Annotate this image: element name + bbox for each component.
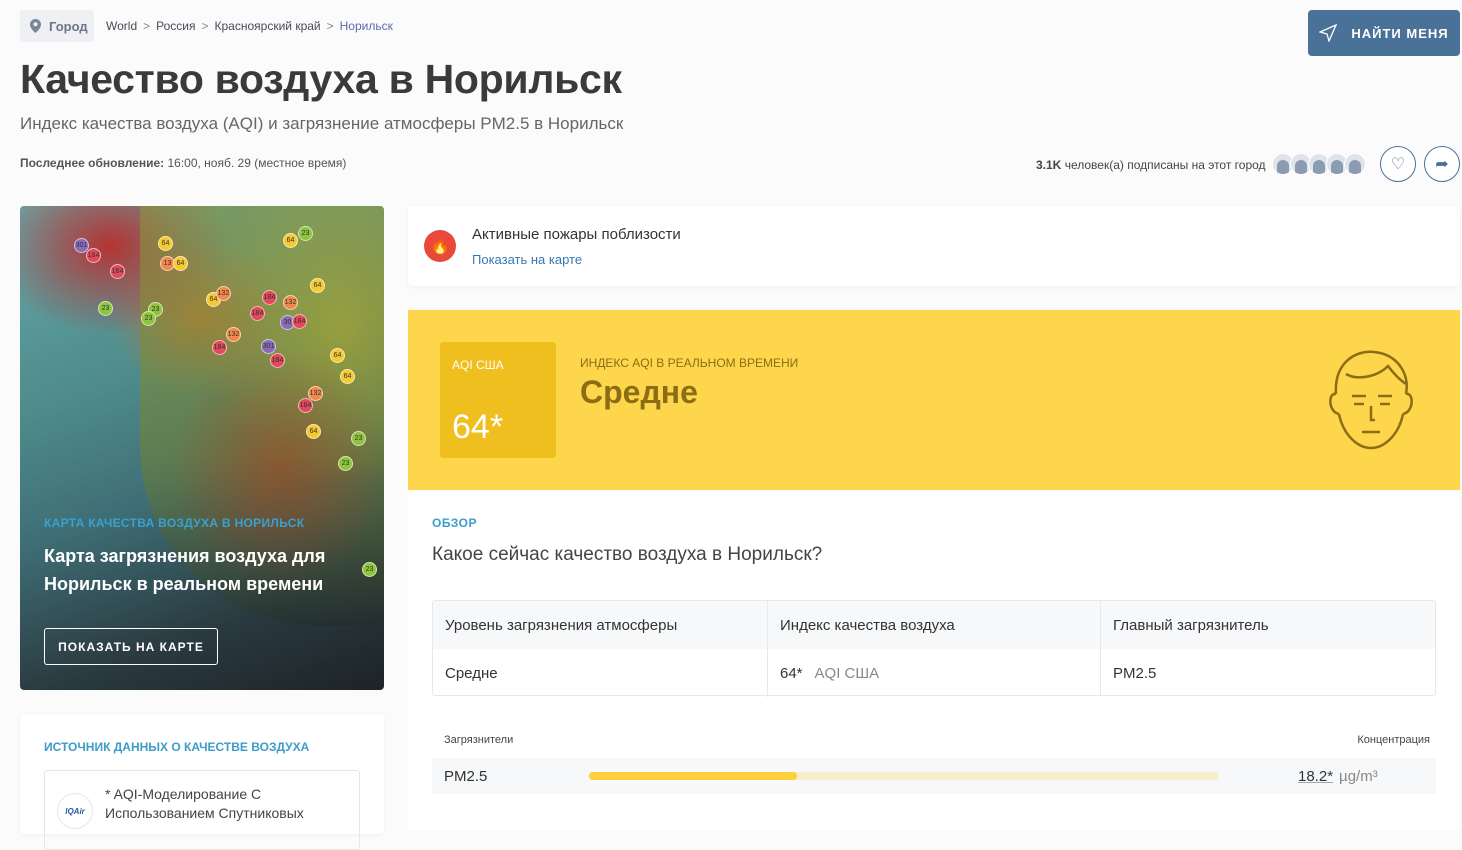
followers-text: 3.1K человек(а) подписаны на этот город — [1036, 158, 1266, 172]
share-arrow-icon: ➦ — [1435, 156, 1449, 173]
aqi-value: 64* — [452, 408, 504, 446]
pollutant-row: PM2.5 18.2* µg/m³ — [432, 758, 1436, 794]
overview-question: Какое сейчас качество воздуха в Норильск… — [432, 544, 823, 565]
follow-heart-button[interactable]: ♡ — [1380, 146, 1416, 182]
map-marker[interactable]: 184 — [270, 353, 285, 368]
iqair-logo: IQAir — [57, 793, 93, 829]
nearby-fires-card: 🔥 Активные пожары поблизости Показать на… — [408, 206, 1460, 286]
fire-icon: 🔥 — [424, 230, 456, 262]
breadcrumb-world[interactable]: World — [106, 19, 137, 33]
follower-avatars — [1272, 153, 1366, 175]
table-header: Индекс качества воздуха — [768, 601, 1101, 649]
concentration-header: Концентрация — [1357, 734, 1430, 746]
navigation-arrow-icon — [1319, 24, 1338, 42]
table-header: Уровень загрязнения атмосферы — [433, 601, 768, 649]
map-marker[interactable]: 23 — [298, 226, 313, 241]
breadcrumb-city: Норильск — [339, 19, 393, 33]
map-marker[interactable]: 64 — [158, 236, 173, 251]
face-moderate-icon — [1329, 350, 1413, 450]
page-title: Качество воздуха в Норильск — [20, 56, 622, 102]
share-button[interactable]: ➦ — [1424, 146, 1460, 182]
aqi-label: AQI США — [452, 358, 504, 372]
aqi-status: Средне — [580, 374, 698, 410]
map-marker[interactable]: 64 — [310, 278, 325, 293]
find-me-button[interactable]: НАЙТИ МЕНЯ — [1308, 10, 1460, 56]
main-pollutant-cell: PM2.5 — [1113, 664, 1157, 682]
map-marker[interactable]: 23 — [362, 562, 377, 577]
aqi-kicker: ИНДЕКС AQI В РЕАЛЬНОМ ВРЕМЕНИ — [580, 356, 799, 370]
aqi-box: AQI США 64* — [440, 342, 556, 458]
data-source-title: ИСТОЧНИК ДАННЫХ О КАЧЕСТВЕ ВОЗДУХА — [44, 740, 310, 754]
city-chip-label: Город — [49, 18, 88, 34]
city-chip[interactable]: Город — [20, 10, 94, 42]
fires-show-on-map-link[interactable]: Показать на карте — [472, 252, 582, 267]
map-marker[interactable]: 23 — [338, 456, 353, 471]
table-header: Главный загрязнитель — [1101, 601, 1435, 649]
overview-section: ОБЗОР Какое сейчас качество воздуха в Но… — [408, 490, 1460, 830]
avatar — [1344, 153, 1366, 175]
fires-title: Активные пожары поблизости — [472, 226, 681, 243]
map-marker[interactable]: 132 — [283, 295, 298, 310]
map-kicker: КАРТА КАЧЕСТВА ВОЗДУХА В НОРИЛЬСК — [44, 516, 305, 530]
map-marker[interactable]: 184 — [292, 314, 307, 329]
breadcrumb-region[interactable]: Красноярский край — [215, 19, 321, 33]
pollutant-name: PM2.5 — [444, 767, 488, 785]
map-marker[interactable]: 23 — [351, 431, 366, 446]
show-on-map-button[interactable]: ПОКАЗАТЬ НА КАРТЕ — [44, 628, 218, 665]
page-subtitle: Индекс качества воздуха (AQI) и загрязне… — [20, 114, 624, 133]
data-source-card: ИСТОЧНИК ДАННЫХ О КАЧЕСТВЕ ВОЗДУХА IQAir… — [20, 714, 384, 850]
map-marker[interactable]: 64 — [173, 256, 188, 271]
map-marker[interactable]: 132 — [216, 286, 231, 301]
map-marker[interactable]: 184 — [298, 398, 313, 413]
aqi-cell: 64* AQI США — [768, 649, 1101, 697]
last-update: Последнее обновление: 16:00, нояб. 29 (м… — [20, 156, 347, 170]
aqi-banner: AQI США 64* ИНДЕКС AQI В РЕАЛЬНОМ ВРЕМЕН… — [408, 310, 1460, 490]
map-marker[interactable]: 132 — [226, 327, 241, 342]
pollutants-header: Загрязнители — [444, 734, 514, 746]
heart-icon: ♡ — [1390, 156, 1406, 173]
map-marker[interactable]: 184 — [110, 264, 125, 279]
map-marker[interactable]: 64 — [283, 233, 298, 248]
map-marker[interactable]: 184 — [212, 340, 227, 355]
map-card[interactable]: 301 184 184 64 13 64 64 23 64 23 23 23 132 184 132 184 3… — [20, 206, 384, 690]
map-marker[interactable]: 184 — [262, 290, 277, 305]
overview-kicker: ОБЗОР — [432, 516, 477, 530]
data-source-text: * AQI-Моделирование С Использованием Спу… — [105, 786, 304, 821]
overview-table: Уровень загрязнения атмосферы Индекс кач… — [432, 600, 1436, 697]
pollution-level-cell: Средне — [433, 649, 768, 697]
map-marker[interactable]: 64 — [340, 369, 355, 384]
breadcrumb: World > Россия > Красноярский край > Нориль… — [106, 19, 393, 33]
pollutant-concentration[interactable]: 18.2* µg/m³ — [1298, 768, 1378, 785]
map-marker[interactable]: 64 — [330, 348, 345, 363]
pollutant-level-bar — [589, 772, 1219, 780]
map-marker[interactable]: 301 — [261, 339, 276, 354]
pollutant-level-fill — [589, 772, 797, 780]
data-source-item[interactable]: IQAir * AQI-Моделирование С Использовани… — [44, 770, 360, 850]
map-marker[interactable]: 184 — [86, 248, 101, 263]
location-pin-icon — [30, 19, 41, 33]
map-title: Карта загрязнения воздуха для Норильск в… — [44, 546, 326, 594]
breadcrumb-country[interactable]: Россия — [156, 19, 195, 33]
map-marker[interactable]: 184 — [250, 306, 265, 321]
map-marker[interactable]: 23 — [141, 311, 156, 326]
map-marker[interactable]: 23 — [98, 301, 113, 316]
map-marker[interactable]: 64 — [306, 424, 321, 439]
